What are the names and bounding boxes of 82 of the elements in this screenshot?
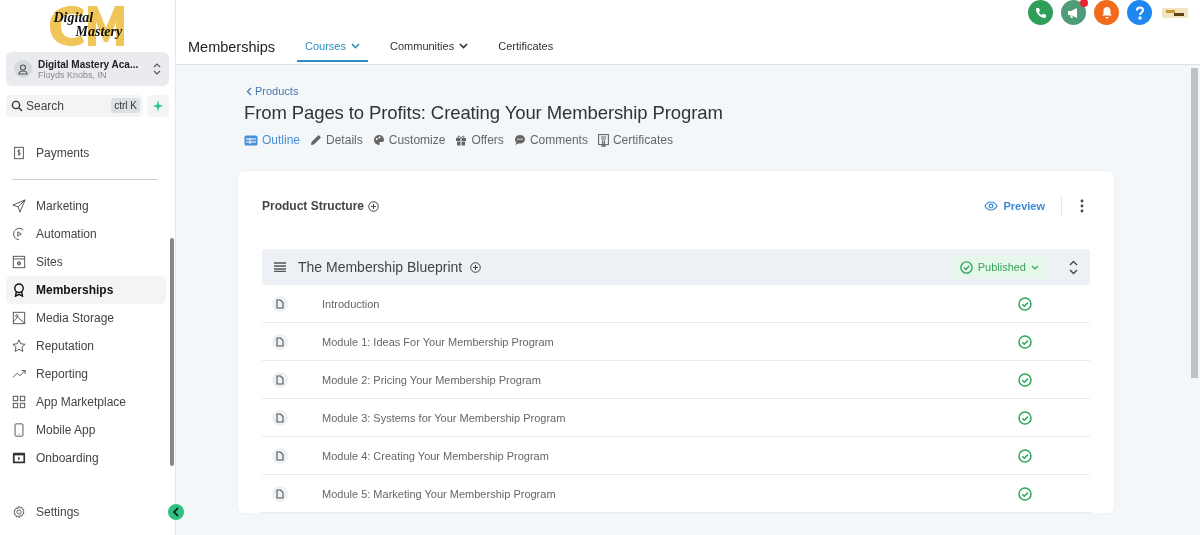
product-title: From Pages to Profits: Creating Your Membership Program: [244, 102, 724, 124]
collapse-button[interactable]: [168, 504, 184, 520]
sidebar-item[interactable]: Automation: [6, 220, 166, 248]
chevron-left-icon: [246, 86, 252, 96]
play-circle-icon: [12, 227, 26, 241]
settings-icon: [12, 505, 26, 519]
table-icon: [244, 134, 258, 146]
account-location: Floyds Knobs, IN: [38, 69, 107, 80]
help-icon[interactable]: [1127, 0, 1152, 25]
expand-collapse-icon[interactable]: [1069, 259, 1078, 275]
preview-button[interactable]: Preview: [984, 200, 1045, 212]
eye-icon: [984, 201, 999, 211]
search-icon: [11, 100, 23, 112]
sidebar-item[interactable]: Sites: [6, 248, 166, 276]
section-heading: Product Structure: [262, 199, 364, 213]
award-icon: [12, 283, 26, 297]
chevron-down-icon: [1031, 264, 1039, 270]
receipt-icon: [12, 146, 26, 160]
send-icon: [12, 199, 26, 213]
document-icon: [272, 447, 288, 464]
chat-icon: [513, 134, 526, 146]
document-icon: [272, 371, 288, 388]
product-tab[interactable]: Offers: [455, 133, 504, 147]
add-icon[interactable]: [368, 200, 379, 212]
phone-icon: [12, 423, 26, 437]
product-tab[interactable]: Customize: [372, 133, 446, 147]
sidebar-item[interactable]: Reporting: [6, 360, 166, 388]
palette-icon: [372, 134, 385, 146]
lesson-title[interactable]: Module 5: Marketing Your Membership Program: [322, 487, 556, 500]
lesson-title[interactable]: Module 1: Ideas For Your Membership Program: [322, 335, 554, 348]
nav-tab[interactable]: Courses: [297, 32, 368, 62]
document-icon: [272, 295, 288, 312]
lesson-title[interactable]: Module 3: Systems for Your Membership Program: [322, 411, 566, 424]
website-icon: [12, 255, 26, 269]
lesson-title[interactable]: Module 4: Creating Your Membership Program: [322, 449, 549, 462]
document-icon: [272, 333, 288, 350]
product-tab[interactable]: Comments: [513, 133, 588, 147]
sidebar-item[interactable]: Onboarding: [6, 444, 166, 472]
product-tab[interactable]: Details: [310, 133, 363, 147]
document-icon: [272, 485, 288, 502]
nav-tab[interactable]: Certificates: [490, 32, 562, 62]
page-title: Memberships: [188, 39, 276, 55]
sort-icon: [153, 63, 161, 75]
grid-icon: [12, 395, 26, 409]
sparkle-icon: [153, 100, 163, 112]
sidebar-item[interactable]: Media Storage: [6, 304, 166, 332]
sidebar-item[interactable]: Memberships: [6, 276, 166, 304]
sidebar-item[interactable]: Mobile App: [6, 416, 166, 444]
lesson-title[interactable]: Module 2: Pricing Your Membership Program: [322, 373, 541, 386]
settings-item[interactable]: Settings: [6, 498, 166, 526]
category-title: The Membership Blueprint: [298, 259, 463, 275]
user-avatar[interactable]: [1162, 5, 1188, 20]
account-name: Digital Mastery Aca...: [38, 58, 140, 70]
megaphone-icon[interactable]: [1061, 0, 1086, 25]
video-icon: [12, 451, 26, 465]
sidebar-item[interactable]: Marketing: [6, 192, 166, 220]
check-circle-icon: [959, 260, 973, 274]
certificate-icon: [597, 133, 609, 147]
sidebar-item[interactable]: Reputation: [6, 332, 166, 360]
scrollbar[interactable]: [1191, 68, 1198, 378]
pencil-icon: [310, 134, 323, 146]
product-tab[interactable]: Outline: [244, 133, 301, 147]
nav-tab[interactable]: Communities: [382, 32, 477, 62]
star-icon: [12, 339, 26, 353]
gift-icon: [455, 134, 468, 146]
account-switcher[interactable]: Digital Mastery Aca... Floyds Knobs, IN: [6, 52, 169, 86]
drag-handle-icon[interactable]: [274, 262, 286, 272]
product-tab[interactable]: Certificates: [597, 133, 673, 147]
back-link[interactable]: Products: [246, 85, 299, 97]
lesson-title[interactable]: Introduction: [322, 297, 380, 310]
sidebar-item[interactable]: Payments: [6, 139, 166, 167]
more-icon[interactable]: [1080, 199, 1084, 213]
shortcut-hint: ctrl K: [111, 98, 140, 113]
document-icon: [272, 409, 288, 426]
trend-icon: [12, 367, 26, 381]
add-icon[interactable]: [470, 261, 482, 273]
image-icon: [12, 311, 26, 325]
chevron-left-icon: [172, 507, 180, 517]
sidebar-item[interactable]: App Marketplace: [6, 388, 166, 416]
phone-icon[interactable]: [1028, 0, 1053, 25]
bell-icon[interactable]: [1094, 0, 1119, 25]
scrollbar[interactable]: [170, 238, 174, 466]
